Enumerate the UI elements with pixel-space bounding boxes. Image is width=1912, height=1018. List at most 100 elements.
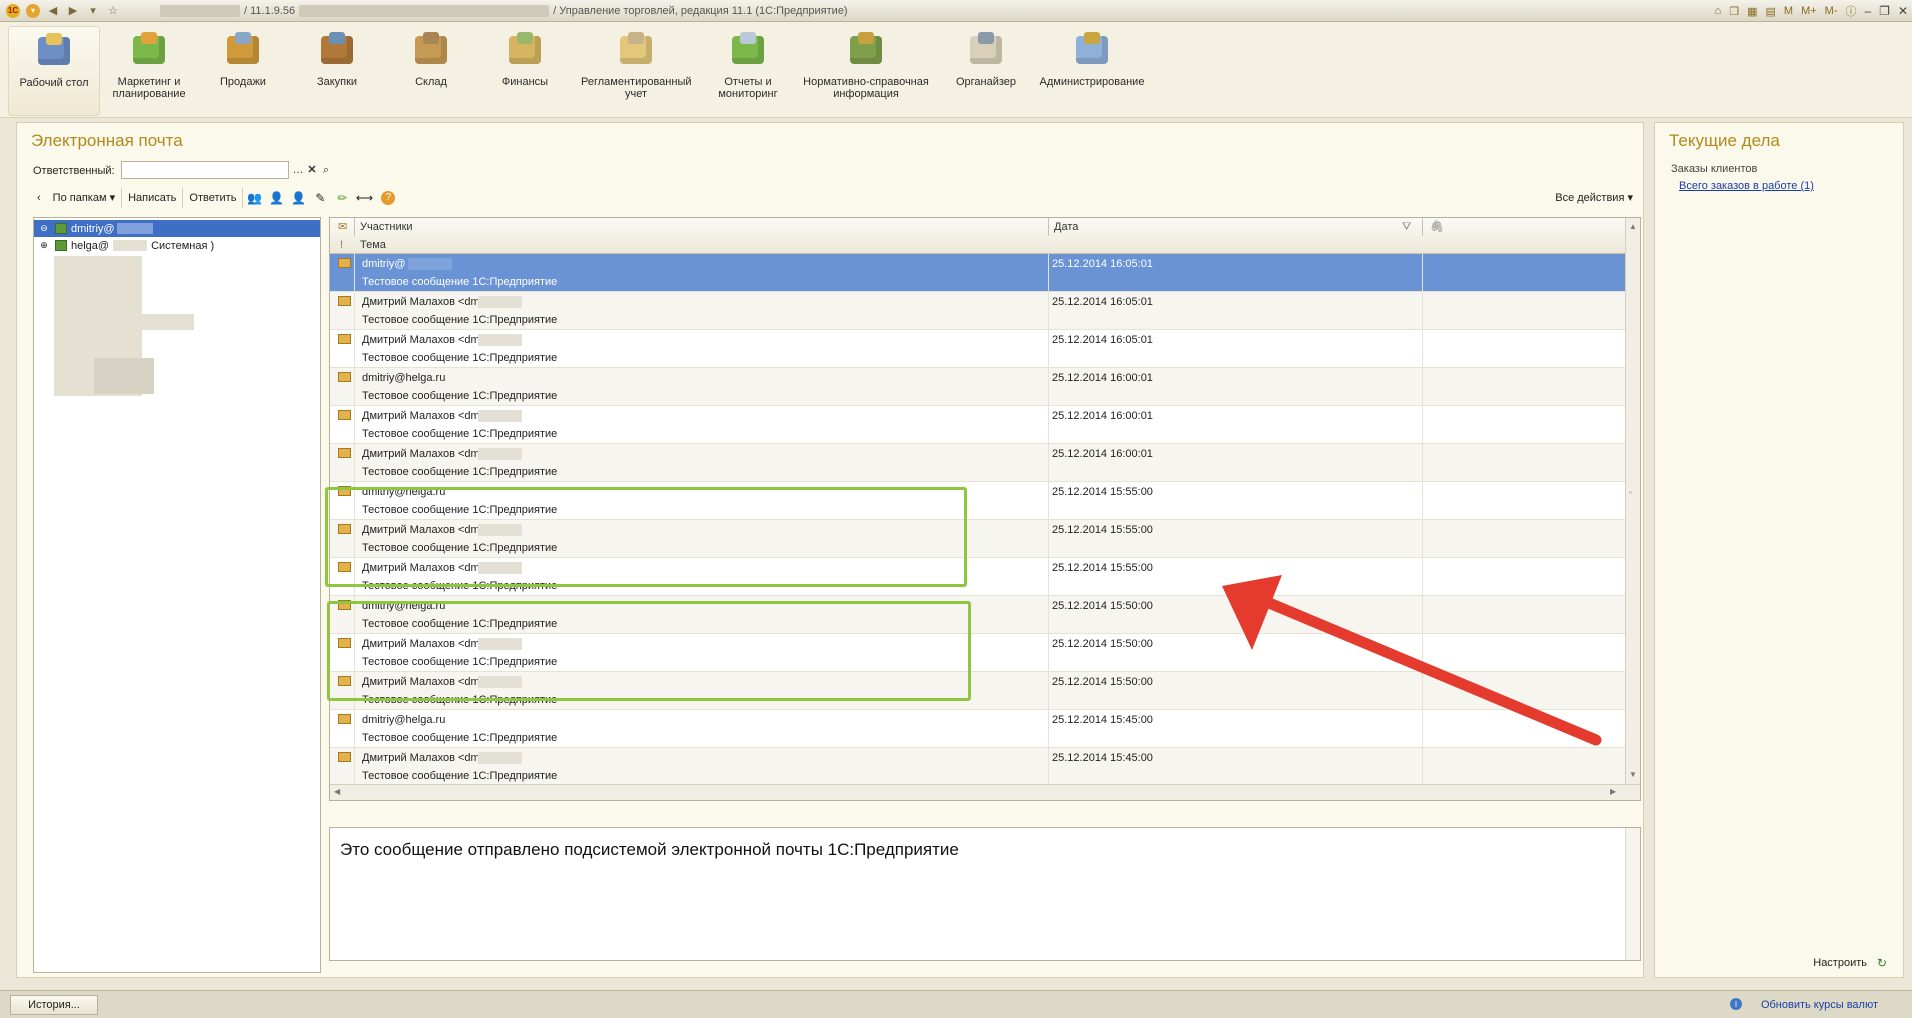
home-icon[interactable]: ⌂ — [1715, 5, 1722, 17]
tree-item-helga[interactable]: ⊕ helga@ Системная ) — [34, 237, 320, 254]
scroll-left-icon[interactable]: ◀ — [334, 787, 340, 796]
scroll-down-icon[interactable]: ▼ — [1629, 770, 1637, 779]
responsible-input[interactable] — [121, 161, 289, 179]
copy-icon[interactable]: ❐ — [1729, 5, 1739, 18]
attach-icon[interactable]: ✎ — [309, 188, 331, 208]
folder-tree: ⊖ dmitriy@ ⊕ helga@ Системная ) — [33, 217, 321, 973]
reply-button[interactable]: Ответить — [183, 188, 244, 208]
message-date: 25.12.2014 15:45:00 — [1052, 752, 1153, 764]
all-actions-button[interactable]: Все действия ▾ — [1549, 188, 1639, 208]
write-button[interactable]: Написать — [122, 188, 184, 208]
message-date: 25.12.2014 15:55:00 — [1052, 486, 1153, 498]
section-marketing[interactable]: Маркетинг и планирование — [104, 26, 194, 100]
column-divider — [1048, 254, 1049, 786]
orders-in-work-link[interactable]: Всего заказов в работе (1) — [1679, 180, 1814, 192]
star-icon[interactable]: ☆ — [106, 4, 120, 18]
message-date: 25.12.2014 16:00:01 — [1052, 448, 1153, 460]
message-date: 25.12.2014 16:05:01 — [1052, 258, 1153, 270]
column-subject[interactable]: Тема — [356, 236, 386, 254]
forward-arrow-icon[interactable]: ▶ — [66, 4, 80, 18]
scroll-thumb-icon[interactable]: ▫ — [1629, 488, 1632, 497]
message-subject: Тестовое сообщение 1С:Предприятие — [362, 352, 558, 364]
redacted-block — [478, 334, 522, 346]
calculator-icon[interactable]: ▦ — [1747, 5, 1757, 18]
table-row[interactable]: dmitriy@helga.ru 25.12.2014 15:45:00 Тесто… — [330, 710, 1626, 748]
dropdown-icon[interactable]: ▾ — [86, 4, 100, 18]
section-purchases[interactable]: Закупки — [298, 26, 376, 88]
title-app: / Управление торговлей, редакция 11.1 (1… — [553, 4, 848, 17]
edit-icon[interactable]: ✏ — [331, 188, 353, 208]
column-important[interactable]: ! — [336, 236, 343, 254]
column-participants[interactable]: Участники — [356, 218, 413, 236]
message-date: 25.12.2014 16:05:01 — [1052, 296, 1153, 308]
vertical-scrollbar[interactable]: ▲ ▫ ▼ — [1625, 218, 1640, 784]
horizontal-scrollbar[interactable]: ◀ ▶ — [330, 784, 1640, 800]
section-sales[interactable]: Продажи — [204, 26, 282, 88]
section-warehouse[interactable]: Склад — [392, 26, 470, 88]
message-subject: Тестовое сообщение 1С:Предприятие — [362, 770, 558, 782]
section-administration[interactable]: Администрирование — [1036, 26, 1148, 88]
tree-item-label: helga@ — [71, 239, 110, 252]
column-date[interactable]: Дата — [1050, 218, 1078, 236]
column-attachment[interactable]: 🖇 — [1426, 218, 1444, 236]
contacts-icon[interactable]: 👥 — [243, 188, 265, 208]
table-row[interactable]: Дмитрий Малахов <dmitriy@ 25.12.2014 16:0… — [330, 292, 1626, 330]
history-button[interactable]: История... — [10, 995, 98, 1015]
message-subject: Тестовое сообщение 1С:Предприятие — [362, 276, 558, 288]
redacted-block — [134, 314, 194, 330]
link-icon[interactable]: ⟷ — [353, 188, 375, 208]
scroll-right-icon[interactable]: ▶ — [1610, 787, 1616, 796]
envelope-header-icon: ✉ — [338, 221, 348, 233]
section-reports[interactable]: Отчеты и мониторинг — [704, 26, 792, 100]
app-logo-icon[interactable]: 1C — [6, 3, 20, 18]
scroll-up-icon[interactable]: ▲ — [1629, 222, 1637, 231]
add-contact-icon[interactable]: 👤 — [265, 188, 287, 208]
main-menu-icon[interactable]: ▾ — [26, 3, 40, 18]
preview-scrollbar[interactable] — [1625, 828, 1640, 960]
table-row[interactable]: Дмитрий Малахов <dmitriy@ 25.12.2014 16:0… — [330, 330, 1626, 368]
section-label: Отчеты и мониторинг — [718, 76, 778, 100]
back-button[interactable]: ‹ — [31, 188, 47, 208]
current-tasks-title: Текущие дела — [1669, 131, 1780, 150]
close-icon[interactable]: ✕ — [1898, 4, 1908, 18]
section-reference-info[interactable]: Нормативно-справочная информация — [800, 26, 932, 100]
section-regulated-accounting[interactable]: Регламентированный учет — [576, 26, 696, 100]
memory-m-button[interactable]: M — [1784, 5, 1793, 17]
redacted-block — [113, 240, 148, 251]
collapse-icon[interactable]: ⊖ — [37, 223, 51, 234]
memory-mplus-button[interactable]: M+ — [1801, 5, 1817, 17]
minimize-icon[interactable]: – — [1864, 4, 1871, 18]
table-row[interactable]: Дмитрий Малахов <dmitriy@ 25.12.2014 16:0… — [330, 444, 1626, 482]
table-row[interactable]: Дмитрий Малахов <dmitriy@ 25.12.2014 16:0… — [330, 406, 1626, 444]
search-icon[interactable]: ⌕ — [319, 162, 333, 178]
mail-toolbar: ‹ По папкам ▾ Написать Ответить 👥 👤 👤 ✎ … — [31, 187, 1639, 209]
expand-icon[interactable]: ⊕ — [37, 240, 51, 251]
redacted-block — [478, 448, 522, 460]
message-date: 25.12.2014 15:50:00 — [1052, 676, 1153, 688]
title-redacted — [160, 4, 240, 17]
configure-link[interactable]: Настроить — [1813, 957, 1867, 969]
maximize-icon[interactable]: ❐ — [1879, 4, 1890, 18]
refresh-icon[interactable]: ↻ — [1877, 956, 1887, 970]
message-subject: Тестовое сообщение 1С:Предприятие — [362, 428, 558, 440]
by-folders-button[interactable]: По папкам ▾ — [47, 188, 123, 208]
info-icon[interactable]: ⓘ — [1845, 3, 1856, 19]
table-row[interactable]: dmitriy@helga.ru 25.12.2014 16:00:01 Тесто… — [330, 368, 1626, 406]
table-row[interactable]: dmitriy@ 25.12.2014 16:05:01 Тестовое сооб… — [330, 254, 1626, 292]
table-row[interactable]: Дмитрий Малахов <dmitriy@ 25.12.2014 15:4… — [330, 748, 1626, 786]
section-organizer[interactable]: Органайзер — [946, 26, 1026, 88]
section-label: Продажи — [220, 76, 266, 88]
clear-icon[interactable]: ✕ — [305, 162, 319, 178]
back-arrow-icon[interactable]: ◀ — [46, 4, 60, 18]
section-finance[interactable]: Финансы — [486, 26, 564, 88]
calendar-icon[interactable]: ▤ — [1765, 5, 1775, 18]
update-rates-link[interactable]: Обновить курсы валют — [1761, 999, 1878, 1011]
tree-item-dmitriy[interactable]: ⊖ dmitriy@ — [34, 220, 320, 237]
user-icon[interactable]: 👤 — [287, 188, 309, 208]
envelope-icon — [338, 334, 351, 344]
section-desktop[interactable]: Рабочий стол — [8, 26, 100, 116]
help-icon[interactable]: ? — [381, 191, 396, 205]
filter-icon[interactable]: ⛛ — [1398, 218, 1411, 236]
memory-mminus-button[interactable]: M- — [1825, 5, 1838, 17]
select-icon[interactable]: … — [291, 162, 305, 178]
